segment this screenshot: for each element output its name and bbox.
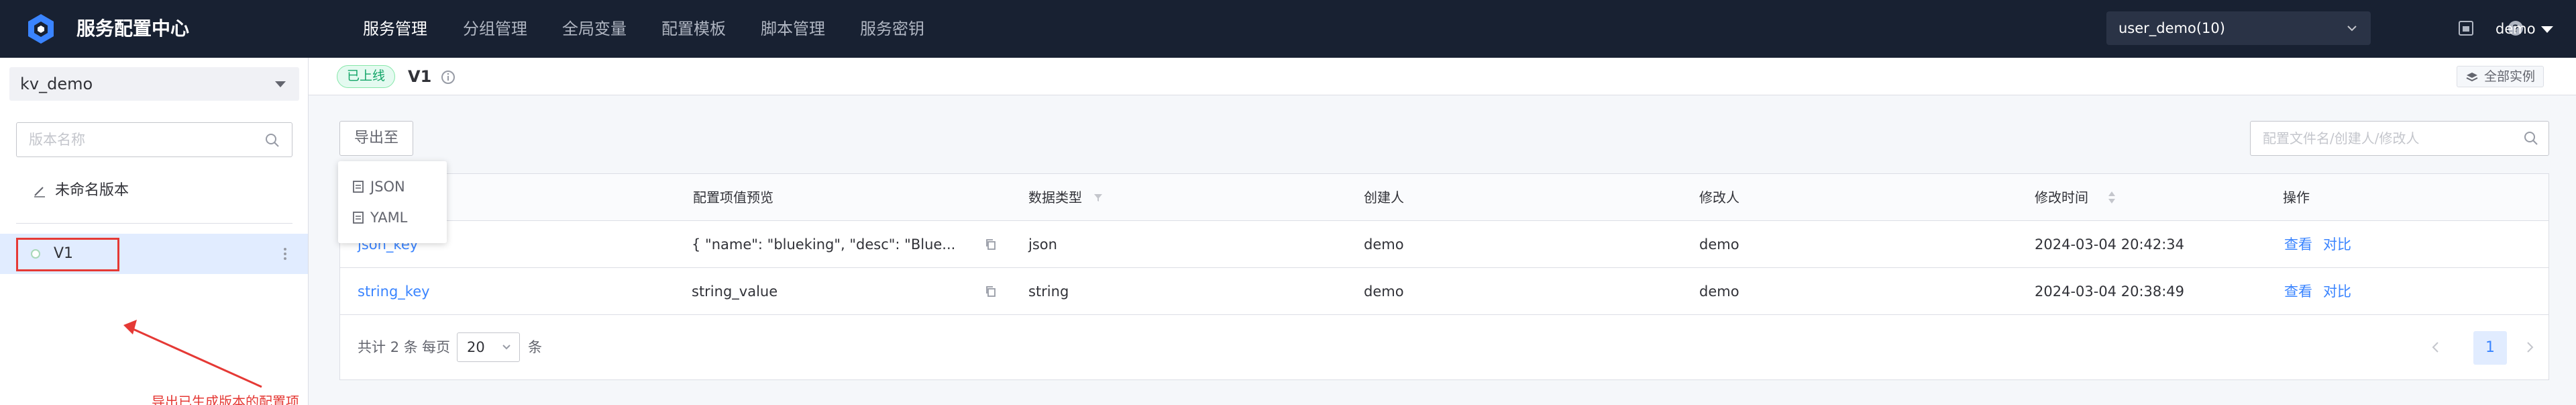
copy-icon[interactable]: [984, 285, 998, 298]
nav-global-variables[interactable]: 全局变量: [562, 0, 627, 58]
app-title: 服务配置中心: [76, 17, 190, 40]
page-size-select[interactable]: 20: [457, 332, 520, 362]
column-header-value-preview: 配置项值预览: [693, 189, 773, 206]
filter-icon[interactable]: [1093, 192, 1104, 203]
all-instances-label: 全部实例: [2484, 69, 2536, 84]
chevron-left-icon[interactable]: [2430, 339, 2441, 355]
column-header-creator: 创建人: [1364, 189, 1404, 206]
copy-icon[interactable]: [984, 238, 998, 251]
chevron-down-icon: [2347, 26, 2357, 32]
layers-icon: [2466, 73, 2478, 82]
view-link[interactable]: 查看: [2284, 221, 2312, 268]
export-yaml-label: YAML: [370, 210, 408, 226]
config-value-preview: string_value: [692, 283, 778, 300]
search-icon[interactable]: [2522, 130, 2540, 147]
info-icon[interactable]: [440, 69, 456, 85]
version-title: V1: [408, 67, 432, 86]
config-key-link[interactable]: string_key: [358, 268, 430, 315]
caret-down-icon: [275, 81, 286, 87]
user-menu[interactable]: demo: [2496, 0, 2553, 58]
annotation-highlight-box: [16, 238, 119, 271]
per-page-label: 每页: [422, 339, 450, 355]
edit-icon: [34, 187, 45, 197]
username: demo: [2496, 21, 2536, 37]
nav-config-templates[interactable]: 配置模板: [661, 0, 726, 58]
annotation-text: 导出已生成版本的配置项: [152, 394, 299, 405]
chevron-down-icon: [502, 345, 511, 350]
column-header-data-type: 数据类型: [1028, 189, 1082, 206]
modifier: demo: [1699, 236, 1739, 253]
export-json-option[interactable]: JSON: [338, 172, 447, 201]
fullscreen-icon[interactable]: [2455, 17, 2477, 39]
version-search-input[interactable]: [16, 122, 292, 157]
per-page-unit: 条: [528, 339, 542, 355]
data-type: json: [1028, 236, 1057, 253]
page-number-button[interactable]: 1: [2473, 331, 2507, 365]
unnamed-version-item[interactable]: 未命名版本: [32, 177, 129, 204]
creator: demo: [1364, 283, 1404, 300]
doc-icon: [353, 212, 364, 224]
config-table: 配置项值预览 数据类型 创建人 修改人 修改时间 操作 json_key { "…: [339, 173, 2549, 380]
service-select-value: kv_demo: [20, 75, 93, 93]
export-json-label: JSON: [370, 179, 405, 195]
nav-service-management[interactable]: 服务管理: [363, 0, 427, 58]
nav-script-management[interactable]: 脚本管理: [761, 0, 825, 58]
all-instances-button[interactable]: 全部实例: [2457, 66, 2544, 87]
unnamed-version-label: 未命名版本: [55, 182, 129, 199]
config-search-input[interactable]: [2250, 121, 2549, 156]
sort-icon[interactable]: [2107, 190, 2116, 205]
caret-down-icon: [2540, 26, 2553, 33]
total-count: 共计 2 条: [358, 339, 418, 355]
data-type: string: [1028, 283, 1069, 300]
chevron-right-icon[interactable]: [2524, 339, 2535, 355]
view-link[interactable]: 查看: [2284, 268, 2312, 315]
config-value-preview: { "name": "blueking", "desc": "Blue...: [692, 236, 956, 253]
diff-link[interactable]: 对比: [2323, 221, 2351, 268]
page-size-value: 20: [467, 339, 485, 355]
column-header-modifier: 修改人: [1699, 189, 1739, 206]
more-icon[interactable]: [282, 246, 288, 262]
nav-group-management[interactable]: 分组管理: [463, 0, 527, 58]
modified-time: 2024-03-04 20:42:34: [2035, 236, 2185, 253]
service-select[interactable]: kv_demo: [9, 67, 299, 101]
export-button[interactable]: 导出至: [339, 121, 413, 156]
modifier: demo: [1699, 283, 1739, 300]
logo-icon: [28, 14, 54, 44]
column-header-modified-time[interactable]: 修改时间: [2035, 174, 2088, 221]
creator: demo: [1364, 236, 1404, 253]
divider: [16, 223, 292, 224]
export-dropdown-menu: JSON YAML: [338, 161, 447, 243]
version-sidebar: kv_demo 未命名版本 V1 导出已生成版本的配置项: [0, 58, 309, 405]
nav-service-keys[interactable]: 服务密钥: [860, 0, 924, 58]
table-header: 配置项值预览 数据类型 创建人 修改人 修改时间 操作: [340, 174, 2548, 221]
pagination: 共计 2 条 每页 20 条 1: [340, 315, 2548, 379]
table-row: string_key string_value string demo demo…: [340, 268, 2548, 315]
modified-time: 2024-03-04 20:38:49: [2035, 283, 2185, 300]
business-select-value: user_demo(10): [2118, 20, 2225, 36]
annotation-arrow: [123, 320, 262, 388]
table-row: json_key { "name": "blueking", "desc": "…: [340, 221, 2548, 268]
column-header-actions: 操作: [2283, 189, 2310, 206]
version-header: 已上线 V1 全部实例: [309, 58, 2576, 95]
top-navigation-bar: 服务配置中心 服务管理 分组管理 全局变量 配置模板 脚本管理 服务密钥 use…: [0, 0, 2576, 58]
export-yaml-option[interactable]: YAML: [338, 203, 447, 232]
diff-link[interactable]: 对比: [2323, 268, 2351, 315]
status-badge: 已上线: [337, 65, 396, 88]
search-icon[interactable]: [264, 132, 281, 149]
business-select[interactable]: user_demo(10): [2106, 11, 2371, 45]
doc-icon: [353, 181, 364, 193]
